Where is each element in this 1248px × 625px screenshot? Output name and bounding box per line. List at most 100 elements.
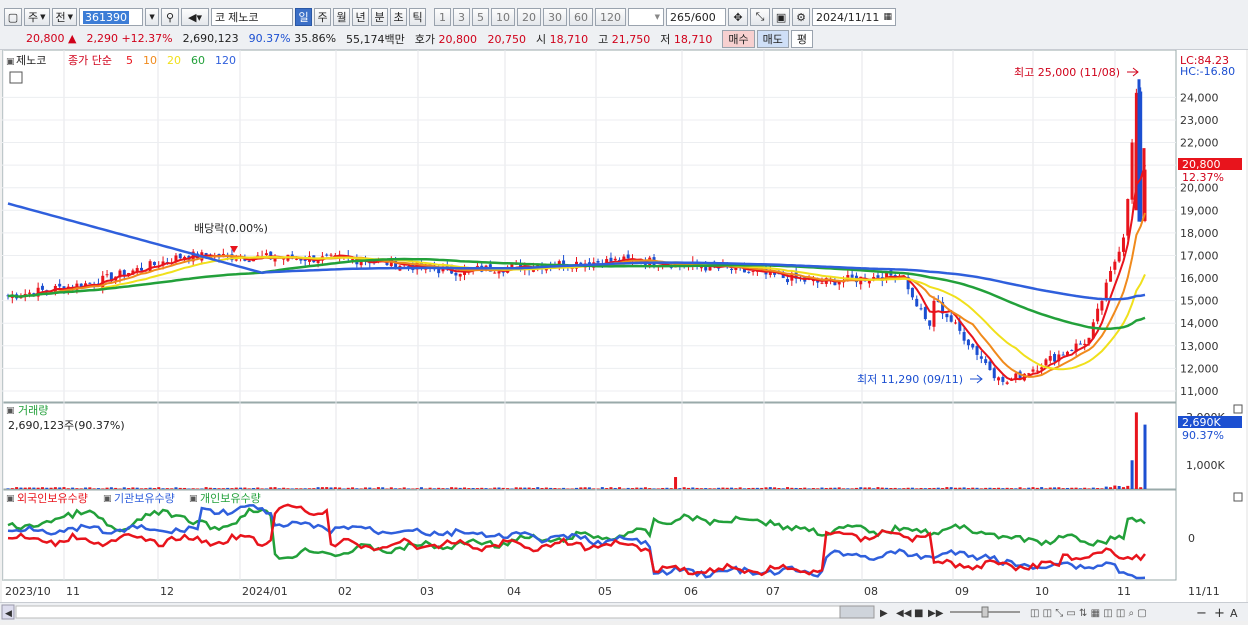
- save-icon[interactable]: ▣: [772, 8, 790, 26]
- volume-bar: [825, 488, 828, 489]
- gear-icon[interactable]: ⚙: [792, 8, 810, 26]
- count-total: /600: [691, 11, 716, 24]
- avg-button[interactable]: 평: [791, 30, 813, 48]
- volume-bar: [93, 488, 96, 489]
- interval-60-button[interactable]: 60: [569, 8, 593, 26]
- candle-body: [1126, 199, 1129, 236]
- legend-ma-20: 20: [167, 54, 181, 67]
- interval-5-button[interactable]: 5: [472, 8, 489, 26]
- volume-info: 2,690,123주(90.37%): [8, 419, 125, 432]
- speed-slider[interactable]: [982, 607, 988, 617]
- volume-bar: [855, 488, 858, 489]
- buy-button[interactable]: 매수: [722, 30, 754, 48]
- volume-bar: [704, 488, 707, 489]
- volume-bar: [269, 487, 272, 489]
- volume-bar: [7, 488, 10, 489]
- x-axis-label: 02: [338, 585, 352, 598]
- period-6-button[interactable]: 틱: [409, 8, 426, 26]
- bottom-scrollbar[interactable]: ◀ ▶ ◀◀ ■ ▶▶ ◫ ◫ ⤡ ▭ ⇅ ▦ ◫ ◫ ⌕ ▢ − + A: [0, 602, 1248, 621]
- period-1-button[interactable]: 주: [314, 8, 331, 26]
- main-toolbar: ▢ 주▼ 전▼ 361390 ▼ ⚲ ◀▾ 코 제노코 일주월년분초틱 1351…: [0, 0, 1248, 30]
- candle-body: [1062, 355, 1065, 356]
- interval-120-button[interactable]: 120: [595, 8, 626, 26]
- volume-bar: [1036, 488, 1039, 489]
- price-tick-label: 15,000: [1180, 295, 1219, 308]
- volume-bar: [683, 487, 686, 489]
- interval-20-button[interactable]: 20: [517, 8, 541, 26]
- volume-bar: [476, 488, 479, 489]
- zoom-out-icon[interactable]: −: [1196, 606, 1207, 621]
- legend-marker-icon: ▣: [6, 406, 15, 416]
- volume-bar: [295, 488, 298, 489]
- volume-bar: [162, 488, 165, 489]
- search-icon[interactable]: ⚲: [161, 8, 179, 26]
- volume-bar: [84, 488, 87, 489]
- volume-bar: [196, 488, 199, 489]
- price-tick-label: 19,000: [1180, 204, 1219, 217]
- holder-panel-close[interactable]: [1234, 493, 1242, 501]
- volume-bar: [226, 488, 229, 489]
- volume-bar: [829, 488, 832, 489]
- volume-bar: [62, 487, 65, 489]
- volume-bar: [45, 488, 48, 489]
- x-axis-label: 10: [1035, 585, 1049, 598]
- scroll-left-icon[interactable]: ◀: [5, 609, 12, 619]
- sell-button[interactable]: 매도: [757, 30, 789, 48]
- volume-bar: [881, 488, 884, 489]
- chevron-down-icon: ▼: [655, 13, 660, 21]
- volume-bar: [687, 488, 690, 489]
- draw-tool-icon[interactable]: ⤡: [750, 8, 770, 26]
- step-forward-icon[interactable]: ▶▶: [928, 608, 944, 619]
- period-2-button[interactable]: 월: [333, 8, 350, 26]
- window-icon[interactable]: ▢: [4, 8, 22, 26]
- period-3-button[interactable]: 년: [352, 8, 369, 26]
- zoom-in-icon[interactable]: +: [1214, 606, 1225, 621]
- period-4-button[interactable]: 분: [371, 8, 388, 26]
- volume-bar: [32, 488, 35, 489]
- volume-bar: [1014, 488, 1017, 489]
- candle-body: [497, 272, 500, 274]
- candle-body: [295, 259, 298, 260]
- volume-bar: [907, 488, 910, 489]
- interval-1-button[interactable]: 1: [434, 8, 451, 26]
- volume-bar: [790, 488, 793, 489]
- scroll-thumb[interactable]: [840, 606, 874, 618]
- volume-bar: [304, 488, 307, 489]
- candle-body: [627, 255, 630, 259]
- candle-body: [993, 368, 996, 378]
- volume-bar: [661, 488, 664, 489]
- up-arrow-icon: ▲: [68, 32, 76, 45]
- volume-bar: [248, 488, 251, 489]
- crosshair-icon[interactable]: ✥: [728, 8, 748, 26]
- speaker-icon[interactable]: ◀▾: [181, 8, 209, 26]
- layout-icons[interactable]: ◫ ◫ ⤡ ▭ ⇅ ▦ ◫ ◫ ⌕ ▢: [1030, 608, 1147, 619]
- candle-body: [988, 362, 991, 370]
- code-input[interactable]: 361390: [79, 8, 143, 26]
- auto-icon[interactable]: A: [1230, 607, 1238, 620]
- count-field[interactable]: 265/600: [666, 8, 726, 26]
- volume-bar: [403, 487, 406, 489]
- holder-legend-1: 기관보유수량: [114, 492, 175, 505]
- interval-select[interactable]: ▼: [628, 8, 664, 26]
- date-field[interactable]: 2024/11/11▦: [812, 8, 896, 26]
- interval-10-button[interactable]: 10: [491, 8, 515, 26]
- grid-toggle-icon[interactable]: [10, 72, 22, 83]
- volume-bar: [691, 487, 694, 489]
- interval-3-button[interactable]: 3: [453, 8, 470, 26]
- interval-30-button[interactable]: 30: [543, 8, 567, 26]
- market-select[interactable]: 주▼: [24, 8, 50, 26]
- period-0-button[interactable]: 일: [295, 8, 312, 26]
- stock-name-field[interactable]: 코 제노코: [211, 8, 293, 26]
- period-5-button[interactable]: 초: [390, 8, 407, 26]
- volume-bar: [928, 488, 931, 489]
- open-info: 시 18,710: [536, 31, 588, 47]
- prev-button[interactable]: 전▼: [52, 8, 78, 26]
- volume-bar: [868, 487, 871, 489]
- stop-icon[interactable]: ■: [914, 608, 923, 619]
- step-back-icon[interactable]: ◀◀: [896, 608, 912, 619]
- code-dropdown-button[interactable]: ▼: [145, 8, 159, 26]
- volume-bar: [553, 488, 556, 489]
- volume-panel-close[interactable]: [1234, 405, 1242, 413]
- stock-chart[interactable]: 2023/1011122024/010203040506070809101111…: [2, 50, 1246, 602]
- play-icon[interactable]: ▶: [880, 608, 888, 619]
